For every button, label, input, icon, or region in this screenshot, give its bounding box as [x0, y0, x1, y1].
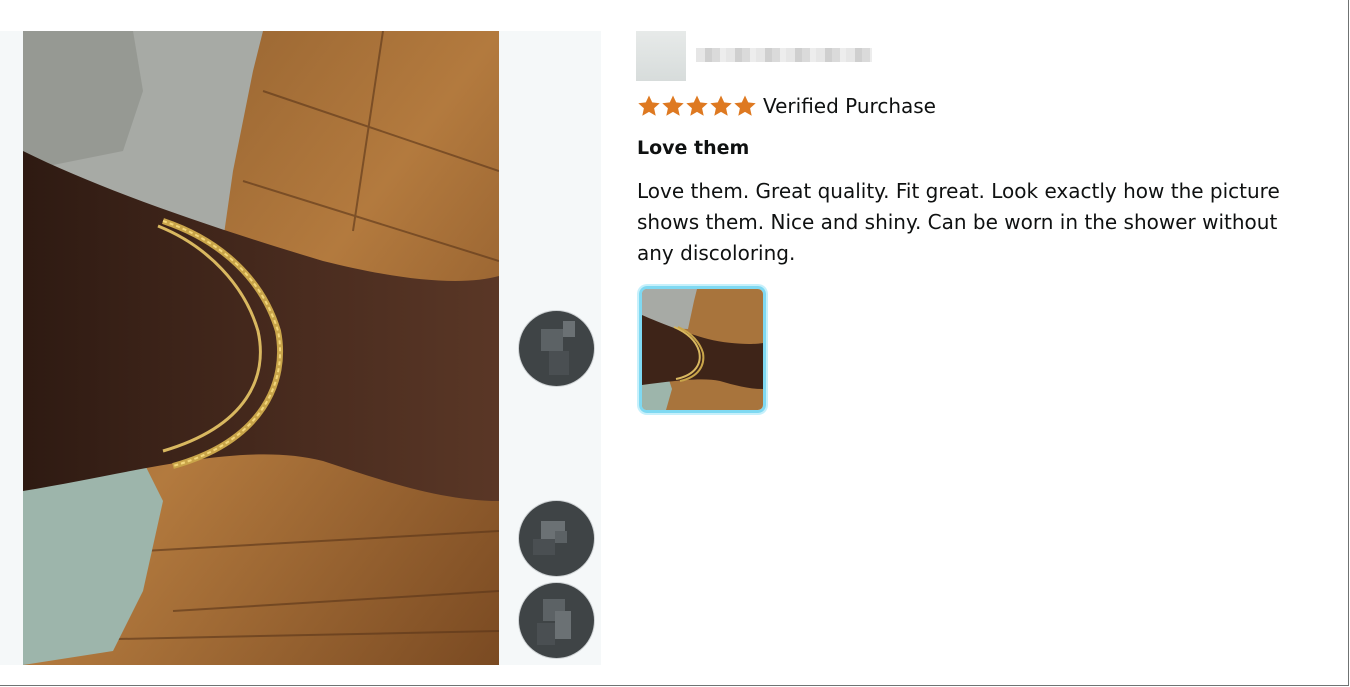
review-image-thumbnail[interactable] — [639, 286, 766, 413]
avatar — [636, 31, 686, 81]
star-icon — [710, 95, 732, 116]
star-icon — [734, 95, 756, 116]
reviewer-thumbnail-button-3[interactable] — [519, 583, 594, 658]
rating-row: Verified Purchase — [637, 93, 936, 119]
review-photo-main — [23, 31, 499, 665]
reviewer-profile[interactable] — [636, 31, 876, 81]
reviewer-thumbnail-button-2[interactable] — [519, 501, 594, 576]
reviewer-name-redacted — [696, 48, 872, 62]
review-body: Love them. Great quality. Fit great. Loo… — [637, 179, 1280, 265]
star-rating — [637, 94, 757, 118]
verified-purchase-label: Verified Purchase — [763, 94, 936, 118]
star-icon — [686, 95, 708, 116]
reviewer-thumbnail-button-1[interactable] — [519, 311, 594, 386]
star-icon — [638, 95, 660, 116]
review-title: Love them — [637, 137, 750, 159]
star-icon — [662, 95, 684, 116]
